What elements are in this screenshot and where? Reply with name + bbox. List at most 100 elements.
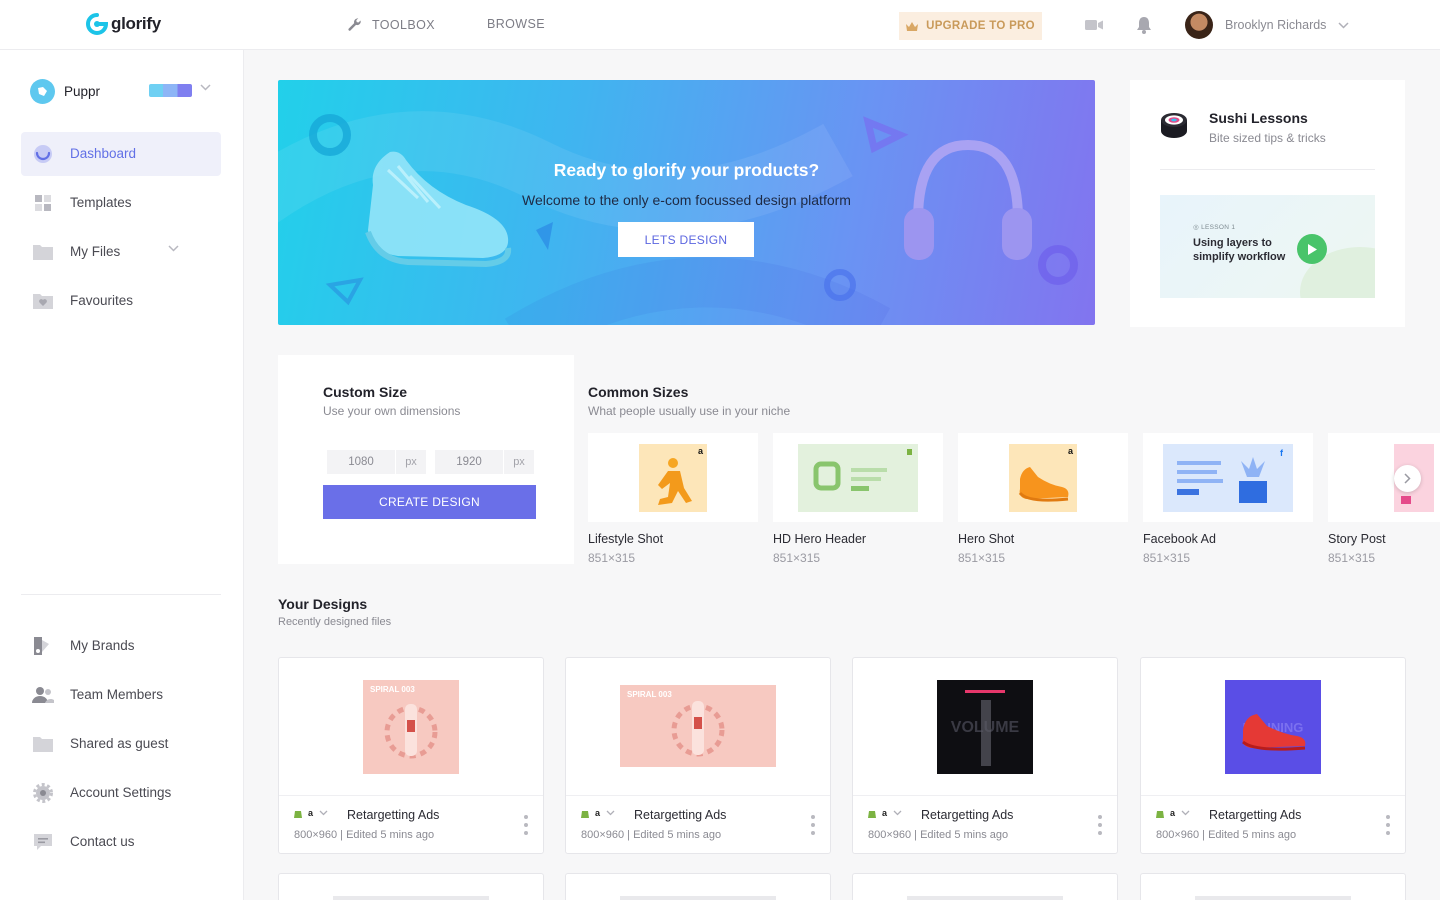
user-menu[interactable]: Brooklyn Richards — [1185, 11, 1349, 39]
chevron-down-icon[interactable] — [893, 810, 902, 816]
size-card-hd-hero-header[interactable]: HD Hero Header 851×315 — [773, 433, 943, 573]
nav-browse[interactable]: BROWSE — [487, 17, 545, 31]
size-thumb: a — [588, 433, 758, 522]
more-options-button[interactable] — [1385, 815, 1391, 835]
more-options-button[interactable] — [810, 815, 816, 835]
design-card[interactable]: SPIRAL 003 a Retargetting Ads 800×960 | … — [565, 657, 831, 854]
video-button[interactable] — [1084, 15, 1104, 35]
create-design-button[interactable]: CREATE DESIGN — [323, 485, 536, 519]
size-dimensions: 851×315 — [1328, 551, 1376, 565]
workspace-logo-icon — [30, 78, 55, 104]
heart-folder-icon — [33, 294, 53, 309]
design-title: Retargetting Ads — [634, 808, 727, 822]
design-thumb-area: SPIRAL 003 — [279, 658, 543, 796]
chevron-down-icon[interactable] — [319, 810, 328, 816]
design-card[interactable]: VOLUME a Retargetting Ads 800×960 | Edit… — [852, 657, 1118, 854]
size-thumb — [773, 433, 943, 522]
design-platforms: a — [868, 808, 902, 818]
design-title: Retargetting Ads — [1209, 808, 1302, 822]
width-input[interactable] — [327, 450, 395, 474]
carousel-next-button[interactable] — [1394, 465, 1421, 492]
design-card[interactable]: SPIRAL 003 a Retargetting Ads 800×960 | … — [278, 657, 544, 854]
lesson-tag: ◎ LESSON 1 — [1193, 223, 1235, 231]
height-unit: px — [503, 450, 534, 474]
chevron-down-icon — [200, 84, 211, 91]
sidebar-item-label: My Files — [70, 244, 121, 259]
size-card-hero-shot[interactable]: a Hero Shot 851×315 — [958, 433, 1128, 573]
banner-subtitle: Welcome to the only e-com focussed desig… — [522, 192, 851, 208]
shared-folder-icon — [33, 737, 53, 752]
sidebar-item-team-members[interactable]: Team Members — [21, 673, 221, 717]
story-post-illustration — [1394, 444, 1434, 512]
common-sizes-subtitle: What people usually use in your niche — [588, 404, 791, 418]
design-thumbnail: RUNNING — [1225, 680, 1321, 774]
crown-icon — [906, 21, 919, 31]
design-platforms: a — [1156, 808, 1190, 818]
size-dimensions: 851×315 — [588, 551, 636, 565]
design-thumbnail — [907, 896, 1063, 900]
sidebar-item-favourites[interactable]: Favourites — [21, 279, 221, 323]
facebook-ad-illustration: f — [1163, 444, 1293, 512]
sidebar-item-shared-as-guest[interactable]: Shared as guest — [21, 722, 221, 766]
play-button[interactable] — [1297, 234, 1327, 264]
lesson-tag-icon: ◎ — [1193, 224, 1202, 231]
sidebar-item-contact-us[interactable]: Contact us — [21, 820, 221, 864]
design-card[interactable] — [278, 873, 544, 900]
design-thumbnail: SPIRAL 003 — [620, 685, 776, 767]
sidebar-item-dashboard[interactable]: Dashboard — [21, 132, 221, 176]
wrench-icon — [348, 18, 361, 31]
sidebar-item-label: Shared as guest — [70, 736, 169, 751]
play-icon — [1308, 243, 1317, 255]
amazon-icon: a — [595, 808, 601, 818]
avatar — [1185, 11, 1213, 39]
custom-size-subtitle: Use your own dimensions — [323, 404, 461, 418]
sidebar-item-my-brands[interactable]: My Brands — [21, 624, 221, 668]
sidebar-item-label: Templates — [70, 195, 132, 210]
sidebar-item-label: Contact us — [70, 834, 135, 849]
sidebar-item-my-files[interactable]: My Files — [21, 230, 221, 274]
design-thumbnail: VOLUME — [937, 680, 1033, 774]
lesson-card[interactable]: ◎ LESSON 1 Using layers to simplify work… — [1160, 195, 1375, 298]
width-field[interactable]: px — [327, 450, 426, 474]
lessons-title: Sushi Lessons — [1209, 110, 1308, 126]
glorify-logo-icon — [86, 13, 108, 35]
sidebar-item-account-settings[interactable]: Account Settings — [21, 771, 221, 815]
brand-color-swatch — [149, 84, 192, 97]
design-card[interactable] — [1140, 873, 1406, 900]
chevron-down-icon[interactable] — [606, 810, 615, 816]
upgrade-label: UPGRADE TO PRO — [926, 20, 1035, 32]
your-designs-subtitle: Recently designed files — [278, 616, 392, 628]
shopify-icon — [581, 810, 589, 818]
nav-toolbox-label: TOOLBOX — [372, 18, 436, 32]
size-name: Hero Shot — [958, 532, 1015, 546]
chevron-down-icon[interactable] — [168, 245, 179, 252]
design-platforms: a — [581, 808, 615, 818]
sidebar-item-label: Team Members — [70, 687, 164, 702]
your-designs-title: Your Designs — [278, 596, 368, 612]
upgrade-to-pro-button[interactable]: UPGRADE TO PRO — [899, 12, 1042, 40]
notifications-button[interactable] — [1134, 15, 1154, 35]
sneaker-illustration: a — [1009, 444, 1077, 512]
design-card[interactable] — [565, 873, 831, 900]
workspace-name: Puppr — [64, 83, 101, 99]
size-card-facebook-ad[interactable]: f Facebook Ad 851×315 — [1143, 433, 1313, 573]
design-thumb-area: VOLUME — [853, 658, 1117, 796]
user-name: Brooklyn Richards — [1225, 18, 1327, 32]
design-card[interactable] — [852, 873, 1118, 900]
height-field[interactable]: px — [435, 450, 534, 474]
gear-icon — [33, 783, 53, 803]
workspace-switcher[interactable]: Puppr — [30, 78, 216, 104]
glorify-logo[interactable]: glorify — [86, 13, 161, 35]
nav-toolbox[interactable]: TOOLBOX — [347, 17, 435, 33]
size-card-lifestyle-shot[interactable]: a Lifestyle Shot 851×315 — [588, 433, 758, 573]
more-options-button[interactable] — [1097, 815, 1103, 835]
design-card[interactable]: RUNNING a Retargetting Ads 800×960 | Edi… — [1140, 657, 1406, 854]
lets-design-button[interactable]: LETS DESIGN — [618, 222, 754, 257]
sidebar-item-templates[interactable]: Templates — [21, 181, 221, 225]
size-card-story-post[interactable]: Story Post 851×315 — [1328, 433, 1440, 573]
height-input[interactable] — [435, 450, 503, 474]
more-options-button[interactable] — [523, 815, 529, 835]
sidebar-divider — [21, 594, 221, 595]
chevron-down-icon[interactable] — [1181, 810, 1190, 816]
size-thumb — [1328, 433, 1440, 522]
